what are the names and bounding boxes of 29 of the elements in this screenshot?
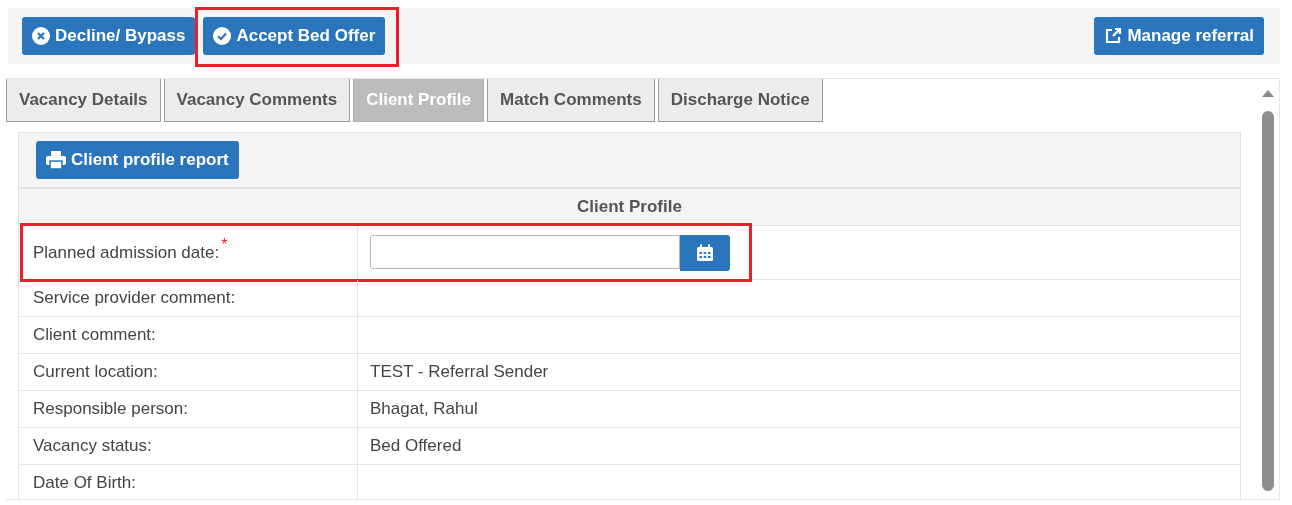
scroll-thumb[interactable] [1262,111,1274,491]
field-label: Service provider comment: [19,280,358,316]
check-circle-icon [213,27,232,45]
date-input-field[interactable] [370,234,680,269]
external-link-icon [1104,27,1123,45]
field-value: Bed Offered [370,436,462,456]
field-label: Vacancy status: [19,428,358,464]
tab[interactable]: Discharge Notice [657,79,823,122]
field-label: Current location: [19,354,358,390]
manage-referral-button[interactable]: Manage referral [1094,17,1264,55]
table-heading: Client Profile [577,197,682,217]
field-value: TEST - Referral Sender [370,362,549,382]
close-circle-icon [32,27,50,45]
calendar-button[interactable] [680,234,730,271]
field-value: Bhagat, Rahul [370,399,478,419]
field-label: Responsible person: [19,391,358,427]
field-label: Date Of Birth: [19,465,358,499]
tab[interactable]: Match Comments [487,79,655,122]
scrollbar[interactable] [1259,89,1277,489]
field-label: Client comment: [19,317,358,353]
scroll-up-icon[interactable] [1262,89,1274,97]
tab[interactable]: Vacancy Comments [163,79,351,122]
tab[interactable]: Vacancy Details [6,79,161,122]
accept-button[interactable]: Accept Bed Offer [203,17,386,55]
required-mark: * [221,236,228,254]
calendar-icon [696,243,714,262]
decline-button[interactable]: Decline/ Bypass [22,17,196,55]
printer-icon [46,151,66,169]
client-profile-report-button[interactable]: Client profile report [36,141,239,179]
